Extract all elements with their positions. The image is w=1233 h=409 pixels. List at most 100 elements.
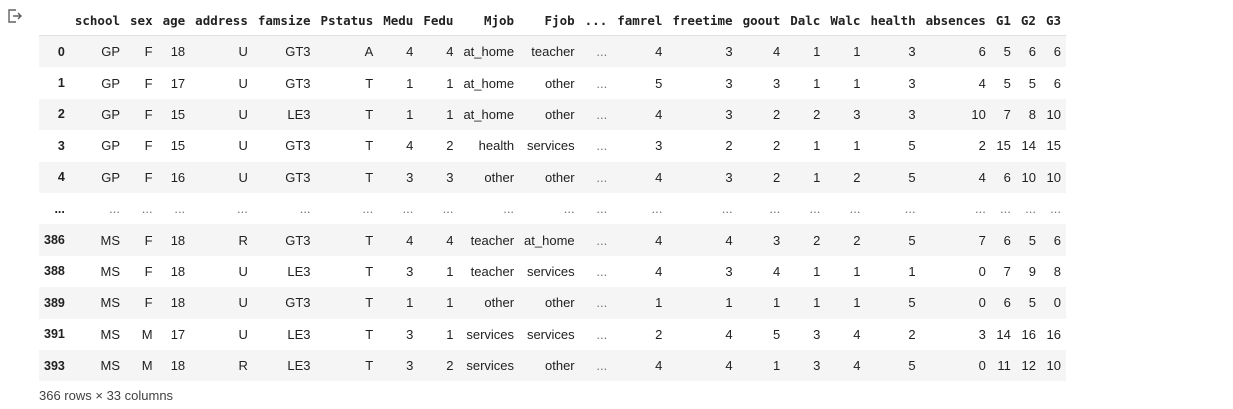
table-cell: 9 — [1028, 263, 1036, 279]
table-cell: 1 — [813, 44, 821, 60]
table-cell: 1 — [813, 169, 821, 185]
table-cell: F — [144, 75, 153, 91]
table-cell: services — [526, 138, 575, 154]
table-cell: at_home — [463, 106, 515, 122]
table-cell: F — [144, 106, 153, 122]
table-cell: GP — [101, 138, 121, 154]
table-cell: 18 — [170, 263, 186, 279]
table-cell: 4 — [406, 138, 414, 154]
row-index: 3 — [57, 138, 65, 153]
table-cell: ... — [974, 201, 986, 217]
row-index: 0 — [57, 44, 65, 59]
table-cell: 11 — [997, 358, 1011, 374]
table-cell: 1 — [725, 295, 733, 311]
table-cell: 6 — [1003, 232, 1011, 248]
table-cell: other — [545, 358, 575, 374]
table-cell: ... — [904, 201, 916, 217]
table-cell: ... — [503, 201, 515, 217]
table-cell: 5 — [1003, 75, 1011, 91]
table-cell: 6 — [978, 44, 986, 60]
table-cell: 1 — [813, 138, 821, 154]
column-header: freetime — [667, 5, 738, 36]
table-cell: 5 — [1028, 232, 1036, 248]
table-cell: 4 — [406, 44, 414, 60]
table-cell: 4 — [978, 169, 986, 185]
table-cell: 3 — [813, 326, 821, 342]
table-cell: F — [144, 295, 153, 311]
table-cell: ... — [596, 75, 608, 91]
table-cell: 1 — [446, 106, 454, 122]
table-cell: MS — [100, 232, 121, 248]
table-cell: 3 — [446, 169, 454, 185]
table-cell: 4 — [725, 358, 733, 374]
table-cell: 6 — [1053, 44, 1062, 60]
table-cell: 5 — [1028, 295, 1036, 311]
table-cell: U — [238, 75, 248, 91]
table-cell: 1 — [813, 75, 821, 91]
table-cell: 1 — [813, 263, 821, 279]
table-cell: 7 — [1003, 106, 1011, 122]
table-cell: 4 — [725, 232, 733, 248]
table-cell: 2 — [908, 326, 916, 342]
table-cell: 5 — [1003, 44, 1011, 60]
table-cell: 1 — [655, 295, 663, 311]
row-index: 393 — [44, 358, 65, 373]
table-cell: 3 — [406, 326, 414, 342]
table-cell: 2 — [853, 232, 861, 248]
table-cell: other — [545, 75, 575, 91]
table-cell: ... — [174, 201, 186, 217]
table-row: 386 MS F 18 R GT3 T 4 4 teacher at_home... 4 4 3 2 2 5 7 6… — [39, 224, 1067, 256]
column-header: sex — [125, 5, 158, 36]
table-cell: at_home — [463, 44, 515, 60]
table-cell: T — [365, 138, 374, 154]
table-cell: services — [526, 326, 575, 342]
table-cell: services — [466, 326, 515, 342]
table-cell: GP — [101, 75, 121, 91]
table-cell: 18 — [170, 232, 186, 248]
table-cell: 2 — [446, 138, 454, 154]
table-cell: 1 — [446, 263, 454, 279]
table-cell: ... — [596, 232, 608, 248]
dataframe-output: school sex age address famsize Pstatus Medu Fed… — [39, 5, 1067, 382]
table-cell: 6 — [1003, 295, 1011, 311]
table-cell: GP — [101, 169, 121, 185]
table-cell: MS — [100, 295, 121, 311]
table-row: ........................................… — [39, 192, 1067, 225]
table-cell: 0 — [978, 295, 986, 311]
table-cell: 16 — [1046, 326, 1062, 342]
table-cell: 3 — [406, 263, 414, 279]
column-header: G1 — [990, 5, 1016, 36]
table-cell: 16 — [170, 169, 186, 185]
table-cell: 5 — [908, 358, 916, 374]
dataframe-table: school sex age address famsize Pstatus Medu Fed… — [39, 5, 1067, 382]
table-cell: 14 — [996, 326, 1011, 342]
row-index: 388 — [44, 264, 65, 279]
table-cell: ... — [109, 201, 121, 217]
table-row: 389 MS F 18 U GT3 T 1 1 other other... 1 1 1 1 1 5 0 6 5 0 — [39, 287, 1067, 319]
table-cell: ... — [596, 358, 608, 374]
table-cell: ... — [596, 169, 608, 185]
row-index: 1 — [57, 76, 65, 91]
table-cell: 1 — [853, 263, 861, 279]
output-redirect-icon[interactable] — [7, 8, 23, 24]
table-cell: ... — [596, 138, 608, 154]
table-cell: 5 — [908, 295, 916, 311]
row-index: ... — [54, 201, 65, 216]
column-header: goout — [737, 5, 786, 36]
table-cell: ... — [596, 201, 608, 217]
table-cell: GT3 — [285, 75, 311, 91]
table-cell: 4 — [655, 232, 663, 248]
column-header: Fedu — [418, 5, 459, 36]
table-cell: 5 — [908, 232, 916, 248]
column-header: school — [69, 5, 126, 36]
table-cell: teacher — [470, 232, 515, 248]
column-header: Fjob — [519, 5, 580, 36]
table-cell: services — [466, 358, 515, 374]
table-cell: 6 — [1053, 75, 1062, 91]
table-cell: 2 — [655, 326, 663, 342]
table-row: 2 GP F 15 U LE3 T 1 1 at_home other... 4 3 2 2 3 3 10 7 8 10 — [39, 98, 1067, 131]
table-cell: other — [484, 295, 515, 311]
table-cell: 18 — [170, 358, 186, 374]
table-cell: 2 — [813, 106, 821, 122]
column-header: health — [865, 5, 921, 36]
